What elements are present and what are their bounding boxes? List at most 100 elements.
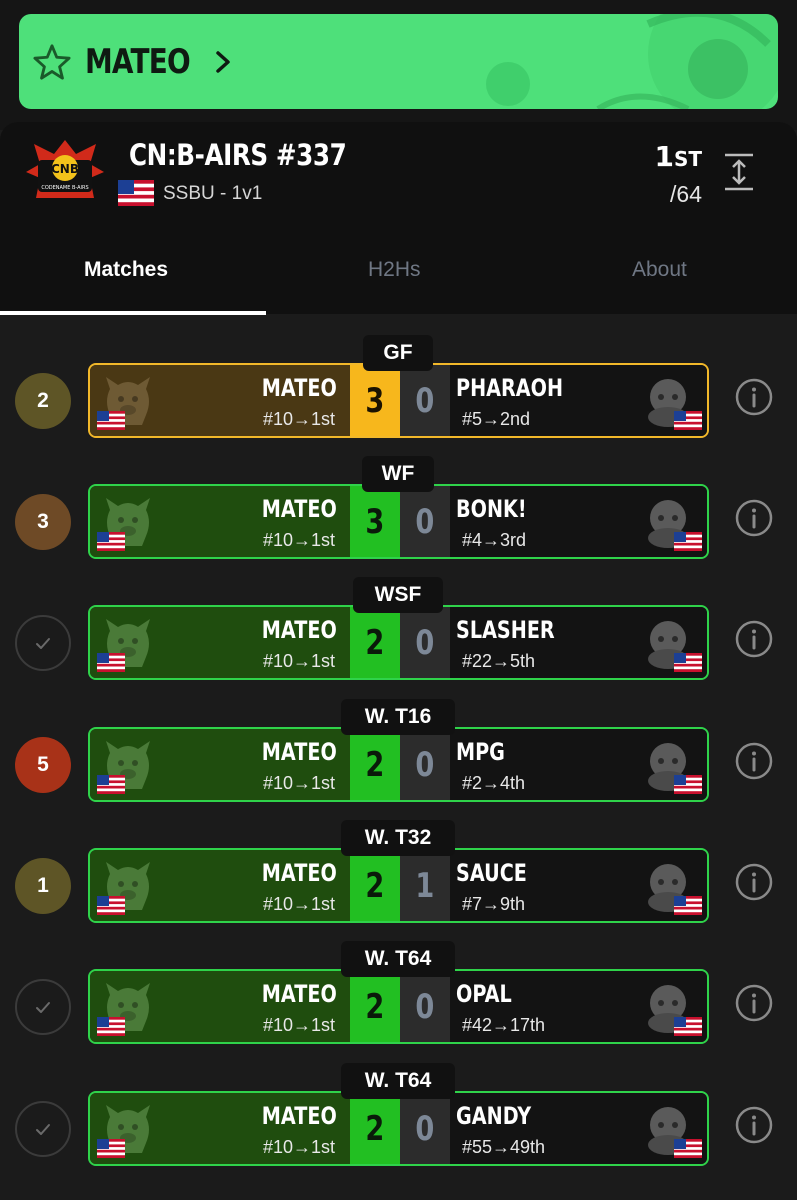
- left-player-seed: #10→1st: [262, 651, 335, 671]
- left-player-name[interactable]: MATEO: [243, 374, 337, 402]
- match-row[interactable]: MATEO #10→1st 2 0 SLASHER #22→5th WSF: [0, 577, 797, 687]
- right-score: 1: [400, 850, 450, 921]
- us-flag-icon: [674, 775, 702, 794]
- match-row[interactable]: MATEO #10→1st 2 0 GANDY #55→49th W. T64: [0, 1063, 797, 1173]
- us-flag-icon: [674, 532, 702, 551]
- left-score: 2: [350, 729, 400, 800]
- round-label: W. T64: [341, 941, 455, 977]
- player-name: MATEO: [85, 41, 191, 82]
- match-row[interactable]: 2 MATEO #10→1st 3 0 PHARAOH #5→2nd GF: [0, 335, 797, 445]
- round-label: W. T16: [341, 699, 455, 735]
- right-player-name[interactable]: OPAL: [456, 980, 526, 1008]
- round-label: WF: [362, 456, 434, 492]
- match-card[interactable]: MATEO #10→1st 3 0 PHARAOH #5→2nd: [88, 363, 709, 438]
- info-icon[interactable]: [734, 619, 774, 659]
- match-card[interactable]: MATEO #10→1st 2 0 MPG #2→4th: [88, 727, 709, 802]
- match-card[interactable]: MATEO #10→1st 2 0 GANDY #55→49th: [88, 1091, 709, 1166]
- info-icon[interactable]: [734, 983, 774, 1023]
- entrant-count: /64: [670, 181, 702, 207]
- info-icon[interactable]: [734, 1105, 774, 1145]
- left-player-seed: #10→1st: [262, 530, 335, 550]
- match-row[interactable]: 5 MATEO #10→1st 2 0 MPG #2→4th W. T16: [0, 699, 797, 809]
- placement-badge: 2: [15, 373, 71, 429]
- right-player-name[interactable]: SAUCE: [456, 859, 545, 887]
- left-player-seed: #10→1st: [262, 1015, 335, 1035]
- us-flag-icon: [97, 653, 125, 672]
- check-icon: [36, 638, 50, 649]
- left-player-seed: #10→1st: [262, 409, 335, 429]
- right-player-seed: #5→2nd: [462, 409, 531, 429]
- left-player-name[interactable]: MATEO: [243, 1102, 337, 1130]
- us-flag-icon: [674, 411, 702, 430]
- match-row[interactable]: MATEO #10→1st 2 0 OPAL #42→17th W. T64: [0, 941, 797, 1051]
- placement-badge: 1: [15, 858, 71, 914]
- us-flag-icon: [97, 896, 125, 915]
- right-player-seed: #55→49th: [462, 1137, 546, 1157]
- left-score: 2: [350, 971, 400, 1042]
- info-icon[interactable]: [734, 377, 774, 417]
- info-icon[interactable]: [734, 498, 774, 538]
- us-flag-icon: [674, 1139, 702, 1158]
- right-score: 0: [400, 1093, 450, 1164]
- us-flag-icon: [97, 775, 125, 794]
- left-player-name[interactable]: MATEO: [243, 495, 337, 523]
- expand-icon[interactable]: [723, 152, 755, 192]
- right-score: 0: [400, 486, 450, 557]
- left-score: 3: [350, 365, 400, 436]
- us-flag-icon: [97, 411, 125, 430]
- left-player-name[interactable]: MATEO: [243, 980, 337, 1008]
- right-player-name[interactable]: SLASHER: [456, 616, 579, 644]
- player-banner[interactable]: MATEO: [19, 14, 778, 109]
- completed-badge: [15, 979, 71, 1035]
- active-tab-indicator: [0, 311, 266, 315]
- chevron-right-icon[interactable]: [211, 47, 235, 77]
- match-card[interactable]: MATEO #10→1st 3 0 BONK! #4→3rd: [88, 484, 709, 559]
- right-player-name[interactable]: MPG: [456, 738, 517, 766]
- us-flag-icon: [118, 180, 154, 206]
- right-score: 0: [400, 607, 450, 678]
- match-row[interactable]: 1 MATEO #10→1st 2 1 SAUCE #7→9th W. T32: [0, 820, 797, 930]
- info-icon[interactable]: [734, 741, 774, 781]
- star-icon[interactable]: [33, 43, 71, 81]
- right-player-seed: #42→17th: [462, 1015, 546, 1035]
- left-player-seed: #10→1st: [262, 894, 335, 914]
- match-card[interactable]: MATEO #10→1st 2 1 SAUCE #7→9th: [88, 848, 709, 923]
- left-score: 2: [350, 850, 400, 921]
- svg-text:CODENAME B-AIRS: CODENAME B-AIRS: [41, 185, 88, 191]
- info-icon[interactable]: [734, 862, 774, 902]
- left-score: 2: [350, 607, 400, 678]
- placement-badge: 5: [15, 737, 71, 793]
- match-card[interactable]: MATEO #10→1st 2 0 SLASHER #22→5th: [88, 605, 709, 680]
- round-label: GF: [363, 335, 433, 371]
- tab-h2hs[interactable]: H2Hs: [368, 258, 421, 282]
- right-player-name[interactable]: PHARAOH: [456, 374, 590, 402]
- right-score: 0: [400, 971, 450, 1042]
- check-icon: [36, 1124, 50, 1135]
- right-player-name[interactable]: GANDY: [456, 1102, 550, 1130]
- right-player-seed: #22→5th: [462, 651, 536, 671]
- right-player-name[interactable]: BONK!: [456, 495, 544, 523]
- check-icon: [36, 1002, 50, 1013]
- tab-matches[interactable]: Matches: [84, 258, 168, 282]
- tournament-logo: CNB CODENAME B-AIRS: [26, 140, 104, 198]
- svg-text:CNB: CNB: [51, 162, 79, 176]
- us-flag-icon: [97, 532, 125, 551]
- left-player-name[interactable]: MATEO: [243, 859, 337, 887]
- tournament-title: CN:B-AIRS #337: [129, 138, 347, 172]
- round-label: W. T64: [341, 1063, 455, 1099]
- match-card[interactable]: MATEO #10→1st 2 0 OPAL #42→17th: [88, 969, 709, 1044]
- completed-badge: [15, 615, 71, 671]
- left-player-name[interactable]: MATEO: [243, 616, 337, 644]
- game-label: SSBU - 1v1: [163, 183, 263, 204]
- character-art-icon: [486, 14, 778, 109]
- left-player-name[interactable]: MATEO: [243, 738, 337, 766]
- right-player-seed: #2→4th: [462, 773, 526, 793]
- placement: 1ST: [654, 140, 702, 173]
- us-flag-icon: [674, 653, 702, 672]
- match-row[interactable]: 3 MATEO #10→1st 3 0 BONK! #4→3rd WF: [0, 456, 797, 566]
- tab-bar: Matches H2Hs About: [0, 248, 797, 292]
- left-player-seed: #10→1st: [262, 773, 335, 793]
- us-flag-icon: [97, 1017, 125, 1036]
- tab-about[interactable]: About: [632, 258, 687, 282]
- us-flag-icon: [674, 1017, 702, 1036]
